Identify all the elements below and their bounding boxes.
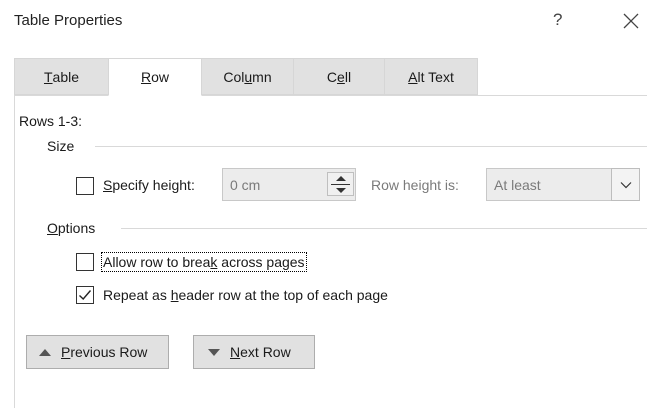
tab-row[interactable]: Row bbox=[108, 58, 202, 96]
tab-alt-text[interactable]: Alt Text bbox=[384, 58, 478, 95]
tab-table-mnemonic: T bbox=[43, 68, 53, 85]
tab-cell-label-pre: C bbox=[326, 68, 338, 85]
previous-row-button[interactable]: Previous Row bbox=[26, 335, 169, 369]
tab-column-label-pre: Col bbox=[223, 68, 245, 85]
tab-alt-text-mnemonic: A bbox=[408, 68, 418, 85]
tab-cell[interactable]: Ce ll bbox=[293, 58, 385, 95]
tab-row-label: ow bbox=[151, 69, 170, 85]
tab-column[interactable]: Col u mn bbox=[201, 58, 294, 95]
rows-range-label: Rows 1-3: bbox=[19, 113, 83, 129]
help-button[interactable]: ? bbox=[553, 10, 562, 30]
row-height-value: 0 cm bbox=[230, 176, 261, 193]
size-group-divider bbox=[95, 146, 647, 147]
size-group-title: Size bbox=[47, 138, 75, 154]
specify-height-mnemonic: S bbox=[103, 177, 113, 193]
allow-break-text-pre: Allow row to brea bbox=[103, 254, 211, 270]
checkmark-icon bbox=[79, 290, 92, 301]
row-height-is-value: At least bbox=[494, 176, 541, 193]
options-mnemonic: O bbox=[47, 220, 58, 236]
tab-alt-text-label: lt Text bbox=[417, 68, 454, 85]
panel-border bbox=[14, 95, 15, 408]
previous-row-mnemonic: P bbox=[61, 344, 71, 360]
options-group-title: Options bbox=[47, 220, 95, 236]
tab-column-label: mn bbox=[252, 68, 272, 85]
row-height-is-select[interactable]: At least bbox=[486, 168, 612, 201]
allow-break-text-rest: across pages bbox=[217, 254, 305, 270]
repeat-header-checkbox[interactable] bbox=[76, 286, 94, 304]
allow-break-checkbox[interactable] bbox=[76, 253, 94, 271]
triangle-up-icon bbox=[39, 348, 51, 356]
specify-height-checkbox[interactable] bbox=[76, 177, 94, 195]
chevron-down-icon bbox=[620, 181, 631, 188]
repeat-header-text-rest: eader row at the top of each page bbox=[178, 287, 388, 303]
options-group-divider bbox=[121, 228, 647, 229]
specify-height-label: Specify height: bbox=[103, 177, 195, 193]
dialog-title: Table Properties bbox=[14, 12, 123, 29]
spin-down-icon[interactable] bbox=[328, 185, 353, 196]
tab-cell-label: ll bbox=[344, 68, 352, 85]
tab-cell-mnemonic: e bbox=[337, 68, 345, 85]
tab-column-mnemonic: u bbox=[244, 68, 253, 85]
tab-table-label: able bbox=[52, 68, 80, 85]
tab-table[interactable]: Table bbox=[14, 58, 109, 95]
previous-row-label: revious Row bbox=[70, 344, 148, 360]
options-title-text: ptions bbox=[57, 220, 96, 236]
specify-height-text: pecify height: bbox=[112, 177, 195, 193]
repeat-header-label: Repeat as header row at the top of each … bbox=[103, 287, 388, 303]
height-spinner[interactable] bbox=[327, 172, 354, 196]
tab-row-mnemonic: R bbox=[140, 69, 152, 85]
close-icon[interactable] bbox=[622, 12, 640, 30]
repeat-header-mnemonic: h bbox=[170, 287, 179, 303]
allow-break-label: Allow row to break across pages bbox=[101, 252, 307, 272]
row-height-is-dropdown-button[interactable] bbox=[611, 168, 640, 201]
repeat-header-text-pre: Repeat as bbox=[103, 287, 171, 303]
next-row-button[interactable]: Next Row bbox=[193, 335, 315, 369]
next-row-label: ext Row bbox=[240, 344, 291, 360]
triangle-down-icon bbox=[208, 348, 220, 356]
spin-up-icon[interactable] bbox=[328, 173, 353, 184]
next-row-mnemonic: N bbox=[230, 344, 241, 360]
row-height-is-label: Row height is: bbox=[371, 177, 459, 193]
